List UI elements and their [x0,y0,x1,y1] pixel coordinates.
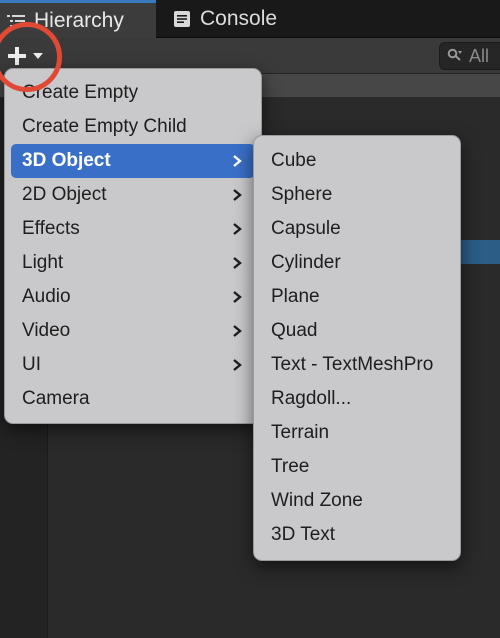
submenu-item-label: Sphere [271,184,333,205]
menu-item-effects[interactable]: Effects [11,212,255,246]
menu-item-label: Effects [22,218,80,239]
chevron-right-icon [231,256,243,270]
menu-item-label: 2D Object [22,184,107,205]
submenu-item-sphere[interactable]: Sphere [260,178,454,212]
caret-down-icon [32,52,44,60]
plus-icon [6,45,28,67]
submenu-item-capsule[interactable]: Capsule [260,212,454,246]
menu-item-label: Camera [22,388,90,409]
submenu-item-label: Ragdoll... [271,388,352,409]
submenu-item-ragdoll[interactable]: Ragdoll... [260,382,454,416]
submenu-item-tree[interactable]: Tree [260,450,454,484]
menu-item-camera[interactable]: Camera [11,382,255,416]
submenu-3d-object: Cube Sphere Capsule Cylinder Plane Quad … [253,135,461,561]
chevron-right-icon [231,324,243,338]
search-icon [447,46,463,67]
menu-item-label: Audio [22,286,71,307]
tab-hierarchy[interactable]: Hierarchy [0,0,156,38]
tab-console[interactable]: Console [166,0,296,38]
submenu-item-label: Plane [271,286,320,307]
chevron-right-icon [231,222,243,236]
menu-item-label: Light [22,252,64,273]
tab-hierarchy-label: Hierarchy [34,8,124,32]
menu-item-label: 3D Object [22,150,111,171]
chevron-right-icon [231,358,243,372]
chevron-right-icon [231,188,243,202]
create-menu: Create Empty Create Empty Child 3D Objec… [4,68,262,424]
search-input[interactable] [469,45,500,67]
submenu-item-quad[interactable]: Quad [260,314,454,348]
menu-item-label: Video [22,320,71,341]
menu-item-label: Create Empty [22,82,139,103]
submenu-item-3d-text[interactable]: 3D Text [260,518,454,552]
chevron-right-icon [231,290,243,304]
console-icon [172,9,192,29]
submenu-item-label: Quad [271,320,318,341]
submenu-item-label: Wind Zone [271,490,363,511]
menu-item-ui[interactable]: UI [11,348,255,382]
search-field[interactable] [439,42,500,70]
submenu-item-cube[interactable]: Cube [260,144,454,178]
menu-item-light[interactable]: Light [11,246,255,280]
menu-item-label: UI [22,354,41,375]
chevron-right-icon [231,154,243,168]
menu-item-create-empty[interactable]: Create Empty [11,76,255,110]
menu-item-3d-object[interactable]: 3D Object [11,144,255,178]
submenu-item-label: Text - TextMeshPro [271,354,434,375]
menu-item-video[interactable]: Video [11,314,255,348]
menu-item-audio[interactable]: Audio [11,280,255,314]
submenu-item-plane[interactable]: Plane [260,280,454,314]
tab-console-label: Console [200,7,278,30]
submenu-item-label: Cube [271,150,317,171]
submenu-item-terrain[interactable]: Terrain [260,416,454,450]
submenu-item-label: Tree [271,456,310,477]
submenu-item-label: Terrain [271,422,330,443]
window-tab-bar: Hierarchy Console [0,0,500,38]
list-icon [6,11,26,31]
menu-item-create-empty-child[interactable]: Create Empty Child [11,110,255,144]
submenu-item-cylinder[interactable]: Cylinder [260,246,454,280]
menu-item-label: Create Empty Child [22,116,187,137]
submenu-item-label: Cylinder [271,252,341,273]
submenu-item-label: 3D Text [271,524,336,545]
menu-item-2d-object[interactable]: 2D Object [11,178,255,212]
submenu-item-text-textmeshpro[interactable]: Text - TextMeshPro [260,348,454,382]
submenu-item-label: Capsule [271,218,341,239]
submenu-item-wind-zone[interactable]: Wind Zone [260,484,454,518]
